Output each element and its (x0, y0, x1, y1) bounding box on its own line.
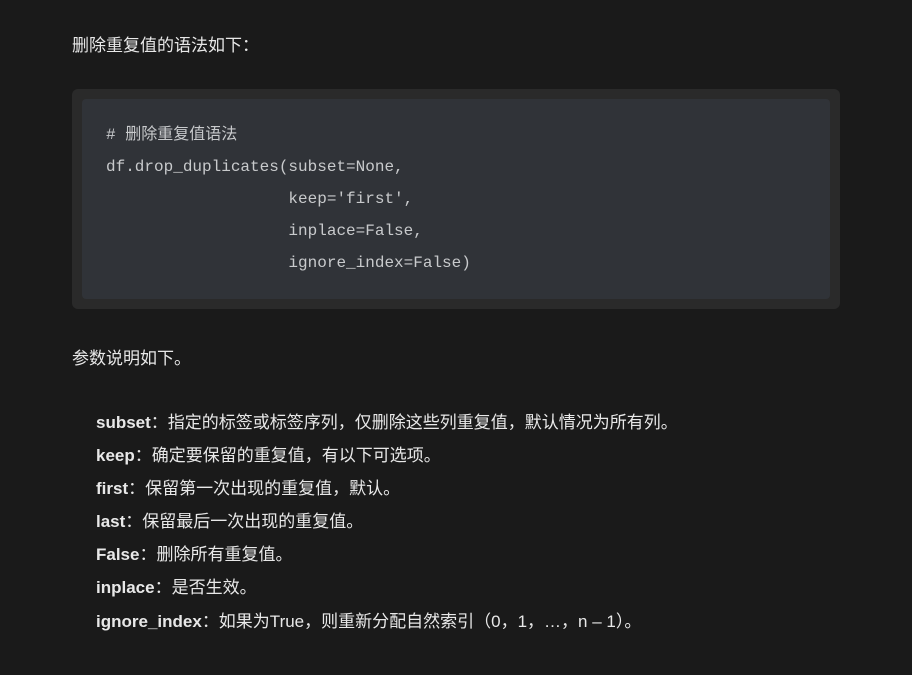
param-name: ignore_index (96, 612, 202, 631)
param-item-inplace: inplace：是否生效。 (96, 571, 840, 604)
param-desc: ：如果为True，则重新分配自然索引（0，1，…，n – 1）。 (202, 612, 642, 631)
param-list: subset：指定的标签或标签序列，仅删除这些列重复值，默认情况为所有列。 ke… (72, 406, 840, 638)
param-name: False (96, 545, 139, 564)
code-block: # 删除重复值语法 df.drop_duplicates(subset=None… (82, 99, 830, 299)
param-name: last (96, 512, 125, 531)
code-content: # 删除重复值语法 df.drop_duplicates(subset=None… (106, 119, 806, 279)
param-desc: ：是否生效。 (155, 578, 257, 597)
intro-text: 删除重复值的语法如下： (72, 32, 840, 61)
param-desc: ：保留最后一次出现的重复值。 (125, 512, 363, 531)
param-item-false: False：删除所有重复值。 (96, 538, 840, 571)
param-item-first: first：保留第一次出现的重复值，默认。 (96, 472, 840, 505)
param-name: keep (96, 446, 135, 465)
document-content: 删除重复值的语法如下： # 删除重复值语法 df.drop_duplicates… (0, 0, 912, 638)
param-name: inplace (96, 578, 155, 597)
param-name: first (96, 479, 128, 498)
param-item-last: last：保留最后一次出现的重复值。 (96, 505, 840, 538)
param-intro: 参数说明如下。 (72, 345, 840, 374)
code-block-wrapper: # 删除重复值语法 df.drop_duplicates(subset=None… (72, 89, 840, 309)
param-item-ignore-index: ignore_index：如果为True，则重新分配自然索引（0，1，…，n –… (96, 605, 840, 638)
param-desc: ：删除所有重复值。 (139, 545, 292, 564)
param-desc: ：保留第一次出现的重复值，默认。 (128, 479, 400, 498)
param-item-keep: keep：确定要保留的重复值，有以下可选项。 (96, 439, 840, 472)
param-desc: ：确定要保留的重复值，有以下可选项。 (135, 446, 441, 465)
param-name: subset (96, 413, 151, 432)
param-item-subset: subset：指定的标签或标签序列，仅删除这些列重复值，默认情况为所有列。 (96, 406, 840, 439)
param-desc: ：指定的标签或标签序列，仅删除这些列重复值，默认情况为所有列。 (151, 413, 678, 432)
